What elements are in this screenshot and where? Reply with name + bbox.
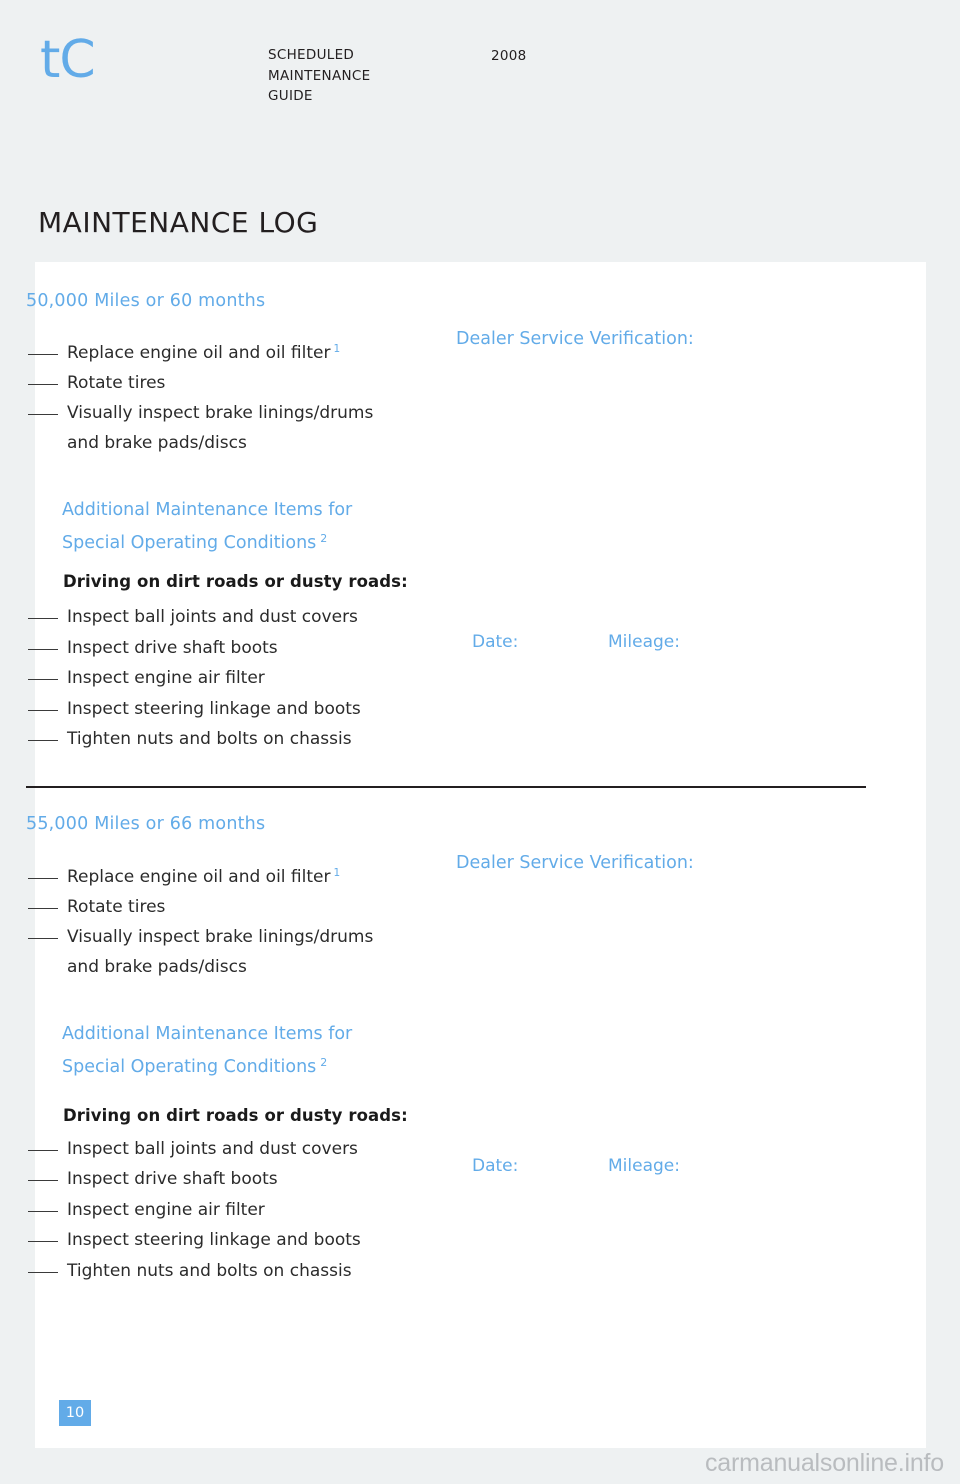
checkbox-blank-line[interactable] (28, 1241, 58, 1243)
section-heading: 55,000 Miles or 66 months (26, 814, 266, 834)
primary-checklist: Replace engine oil and oil filter 1 Rotat… (28, 858, 373, 982)
list-item[interactable]: Replace engine oil and oil filter 1 (28, 858, 373, 892)
footnote-marker: 2 (320, 531, 328, 545)
guide-year: 2008 (491, 48, 527, 64)
checkbox-blank-line[interactable] (28, 414, 58, 415)
list-item-label: Inspect steering linkage and boots (67, 1230, 361, 1251)
list-item-label-continued: and brake pads/discs (67, 957, 247, 977)
additional-checklist: Inspect ball joints and dust covers Insp… (28, 1134, 361, 1286)
page-number-badge: 10 (59, 1400, 91, 1426)
list-item-label: Inspect steering linkage and boots (67, 698, 361, 719)
list-item[interactable]: Inspect ball joints and dust covers (28, 602, 361, 633)
checkbox-blank-line[interactable] (28, 354, 58, 355)
list-item-label: Visually inspect brake linings/drums (67, 927, 374, 947)
checkbox-blank-line[interactable] (28, 1150, 58, 1151)
checkbox-blank-line[interactable] (28, 679, 58, 680)
site-watermark: carmanualsonline.info (704, 1449, 944, 1477)
footnote-marker: 2 (320, 1055, 328, 1069)
list-item[interactable]: Rotate tires (28, 368, 373, 398)
list-item[interactable]: Inspect ball joints and dust covers (28, 1134, 361, 1164)
list-item-label: Tighten nuts and bolts on chassis (67, 729, 352, 749)
list-item-label: Rotate tires (67, 373, 166, 393)
driving-conditions-heading: Driving on dirt roads or dusty roads: (63, 572, 408, 591)
additional-checklist: Inspect ball joints and dust covers Insp… (28, 602, 361, 755)
list-item-label: Inspect drive shaft boots (67, 637, 278, 658)
document-header: tC SCHEDULED MAINTENANCE GUIDE 2008 (0, 0, 960, 190)
list-item-label: Inspect engine air filter (67, 668, 265, 688)
checkbox-blank-line[interactable] (28, 648, 58, 650)
list-item[interactable]: Inspect drive shaft boots (28, 633, 361, 664)
checkbox-blank-line[interactable] (28, 1180, 58, 1182)
mileage-label[interactable]: Mileage: (608, 1156, 680, 1176)
additional-heading-line-1: Additional Maintenance Items for (62, 500, 353, 520)
footnote-marker: 1 (333, 343, 341, 355)
additional-heading-line-2: Special Operating Conditions (62, 1056, 317, 1077)
list-item-label: Inspect drive shaft boots (67, 1169, 278, 1190)
list-item[interactable]: Visually inspect brake linings/drums and… (28, 922, 373, 982)
mileage-label[interactable]: Mileage: (608, 632, 680, 652)
brand-logo-tc: tC (40, 30, 96, 90)
section-divider (26, 786, 866, 788)
list-item[interactable]: Rotate tires (28, 892, 373, 922)
list-item[interactable]: Inspect steering linkage and boots (28, 694, 361, 725)
additional-heading-line-2: Special Operating Conditions (62, 532, 317, 553)
section-heading: 50,000 Miles or 60 months (26, 291, 266, 311)
guide-title: SCHEDULED MAINTENANCE GUIDE (268, 47, 371, 104)
list-item-label: Tighten nuts and bolts on chassis (67, 1260, 352, 1281)
checkbox-blank-line[interactable] (28, 1271, 58, 1273)
dealer-service-verification-label: Dealer Service Verification: (456, 853, 694, 873)
date-label[interactable]: Date: (472, 1156, 518, 1176)
list-item-label-continued: and brake pads/discs (67, 433, 247, 453)
list-item[interactable]: Visually inspect brake linings/drums and… (28, 398, 373, 458)
list-item-label: Visually inspect brake linings/drums (67, 403, 374, 423)
checkbox-blank-line[interactable] (28, 938, 58, 939)
primary-checklist: Replace engine oil and oil filter 1 Rotat… (28, 334, 373, 458)
list-item[interactable]: Replace engine oil and oil filter 1 (28, 334, 373, 368)
list-item-label: Inspect ball joints and dust covers (67, 607, 358, 627)
checkbox-blank-line[interactable] (28, 908, 58, 909)
date-label[interactable]: Date: (472, 632, 518, 652)
list-item-label: Inspect ball joints and dust covers (67, 1139, 358, 1159)
content-card-footer (35, 1340, 926, 1448)
checkbox-blank-line[interactable] (28, 740, 58, 741)
checkbox-blank-line[interactable] (28, 618, 58, 619)
list-item-label: Inspect engine air filter (67, 1199, 265, 1220)
checkbox-blank-line[interactable] (28, 878, 58, 879)
checkbox-blank-line[interactable] (28, 384, 58, 385)
list-item-label: Replace engine oil and oil filter (67, 343, 331, 363)
checkbox-blank-line[interactable] (28, 1210, 58, 1212)
list-item[interactable]: Inspect steering linkage and boots (28, 1225, 361, 1255)
list-item[interactable]: Inspect engine air filter (28, 663, 361, 694)
list-item[interactable]: Tighten nuts and bolts on chassis (28, 724, 361, 755)
driving-conditions-heading: Driving on dirt roads or dusty roads: (63, 1106, 408, 1125)
checkbox-blank-line[interactable] (28, 709, 58, 711)
footnote-marker: 1 (333, 867, 341, 879)
additional-maintenance-heading: Additional Maintenance Items for Special… (62, 1020, 352, 1081)
page-title: MAINTENANCE LOG (38, 206, 319, 239)
additional-maintenance-heading: Additional Maintenance Items for Special… (62, 496, 352, 557)
additional-heading-line-1: Additional Maintenance Items for (62, 1024, 353, 1044)
list-item-label: Rotate tires (67, 897, 166, 917)
list-item-label: Replace engine oil and oil filter (67, 867, 331, 887)
list-item[interactable]: Inspect engine air filter (28, 1195, 361, 1225)
list-item[interactable]: Tighten nuts and bolts on chassis (28, 1256, 361, 1286)
dealer-service-verification-label: Dealer Service Verification: (456, 329, 694, 349)
list-item[interactable]: Inspect drive shaft boots (28, 1164, 361, 1194)
